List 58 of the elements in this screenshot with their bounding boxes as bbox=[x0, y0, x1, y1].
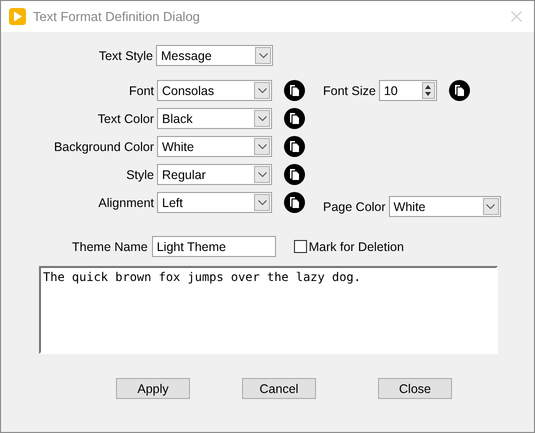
copy-icon[interactable] bbox=[448, 80, 470, 101]
dropdown-button[interactable] bbox=[254, 82, 270, 99]
field-label: Style bbox=[126, 168, 154, 182]
copy-icon[interactable] bbox=[284, 136, 305, 157]
preview-text-area[interactable]: The quick brown fox jumps over the lazy dog. bbox=[39, 266, 498, 354]
copy-icon[interactable] bbox=[284, 80, 305, 101]
dropdown[interactable]: Left bbox=[157, 192, 272, 213]
spin-buttons[interactable] bbox=[422, 82, 435, 99]
dropdown-caret-icon bbox=[258, 116, 266, 121]
dropdown-caret-icon bbox=[258, 88, 266, 93]
dropdown-button[interactable] bbox=[254, 166, 270, 183]
dropdown-value: Message bbox=[161, 48, 212, 62]
copy-icon[interactable] bbox=[284, 164, 305, 185]
field-label: Text Color bbox=[98, 112, 154, 126]
dropdown-button[interactable] bbox=[254, 138, 270, 155]
dialog-button[interactable]: Apply bbox=[116, 378, 190, 399]
field-label: Text Style bbox=[98, 48, 153, 62]
dropdown[interactable]: Message bbox=[156, 45, 273, 66]
dropdown[interactable]: Regular bbox=[157, 164, 272, 185]
window-title: Text Format Definition Dialog bbox=[33, 9, 200, 24]
dropdown-button[interactable] bbox=[254, 110, 270, 127]
dropdown[interactable]: Black bbox=[157, 108, 272, 129]
spin-value: 10 bbox=[384, 84, 398, 98]
theme-name-field[interactable]: Light Theme bbox=[152, 236, 276, 257]
down-arrow-icon bbox=[425, 92, 432, 96]
field-label: Alignment bbox=[98, 196, 154, 210]
dropdown[interactable]: Consolas bbox=[157, 80, 272, 101]
dropdown-caret-icon bbox=[258, 144, 266, 149]
field-label: Font Size bbox=[323, 84, 376, 98]
spin-box[interactable]: 10 bbox=[378, 80, 437, 101]
dropdown-caret-icon bbox=[258, 172, 266, 177]
dropdown-button[interactable] bbox=[254, 194, 270, 211]
dropdown[interactable]: White bbox=[388, 196, 501, 217]
dropdown-button[interactable] bbox=[255, 47, 271, 64]
dropdown-value: Black bbox=[162, 112, 193, 126]
field-label: Background Color bbox=[54, 140, 154, 154]
field-label: Page Color bbox=[323, 200, 386, 214]
field-label: Theme Name bbox=[72, 240, 148, 254]
dropdown-caret-icon bbox=[486, 204, 496, 209]
app-logo-icon bbox=[9, 8, 26, 25]
dropdown-value: Consolas bbox=[162, 84, 214, 98]
dropdown-value: Left bbox=[162, 196, 183, 210]
dropdown-caret-icon bbox=[258, 200, 266, 205]
dropdown-value: White bbox=[162, 140, 194, 154]
field-label: Font bbox=[128, 84, 154, 98]
dropdown-value: White bbox=[394, 200, 426, 214]
dialog-button[interactable]: Close bbox=[378, 378, 452, 399]
dropdown-caret-icon bbox=[258, 53, 268, 58]
dropdown-value: Regular bbox=[162, 168, 206, 182]
copy-icon[interactable] bbox=[284, 192, 305, 213]
field-value: Light Theme bbox=[156, 240, 226, 254]
copy-icon[interactable] bbox=[284, 108, 305, 129]
up-arrow-icon bbox=[425, 84, 432, 89]
dialog-button[interactable]: Cancel bbox=[242, 378, 316, 399]
checkbox-label: Mark for Deletion bbox=[308, 240, 404, 254]
dropdown-button[interactable] bbox=[482, 198, 499, 215]
dropdown[interactable]: White bbox=[157, 136, 272, 157]
checkbox[interactable] bbox=[294, 240, 307, 253]
